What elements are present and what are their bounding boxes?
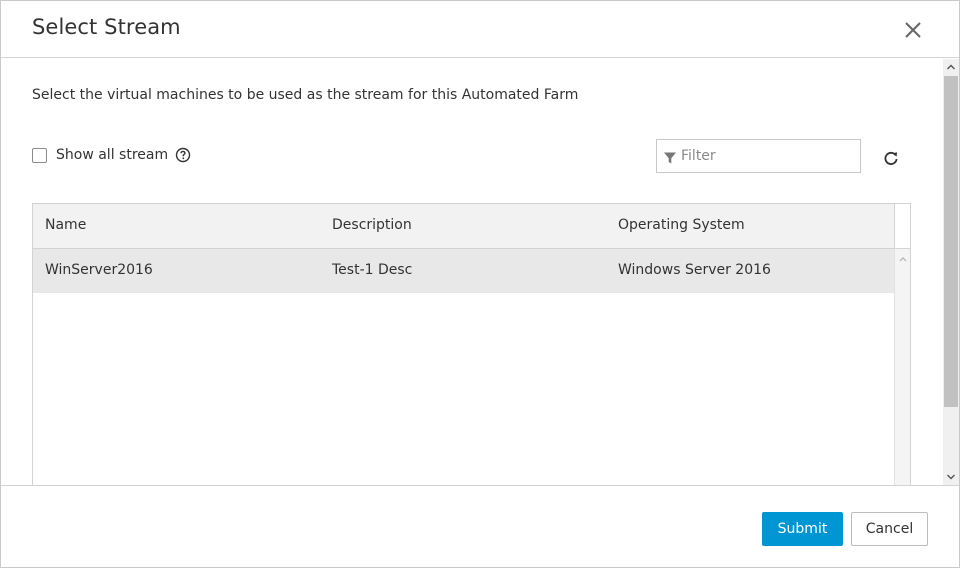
- filter-icon: [663, 150, 677, 164]
- show-all-stream-label: Show all stream: [56, 147, 169, 163]
- table-header-corner: [894, 204, 910, 249]
- cancel-button[interactable]: Cancel: [851, 512, 928, 546]
- dialog-scrollbar[interactable]: [943, 59, 959, 485]
- dialog-body: Select the virtual machines to be used a…: [1, 59, 942, 485]
- column-header-name[interactable]: Name: [45, 217, 86, 233]
- select-stream-dialog: Select Stream Select the virtual machine…: [0, 0, 960, 568]
- cell-description: Test-1 Desc: [332, 262, 413, 278]
- cell-name: WinServer2016: [45, 262, 153, 278]
- table-row[interactable]: WinServer2016 Test-1 Desc Windows Server…: [33, 249, 894, 293]
- close-icon[interactable]: [899, 16, 927, 44]
- dialog-footer: Submit Cancel: [1, 485, 959, 567]
- filter-field[interactable]: [656, 139, 861, 173]
- chevron-down-icon[interactable]: [943, 469, 959, 485]
- dialog-title: Select Stream: [32, 15, 181, 39]
- checkbox-box[interactable]: [32, 147, 47, 163]
- chevron-up-icon[interactable]: [895, 251, 911, 265]
- submit-button[interactable]: Submit: [762, 512, 843, 546]
- table-scrollbar[interactable]: [894, 249, 910, 485]
- column-header-operating-system[interactable]: Operating System: [618, 217, 745, 233]
- dialog-header: Select Stream: [1, 1, 959, 58]
- cell-operating-system: Windows Server 2016: [618, 262, 771, 278]
- show-all-stream-checkbox[interactable]: Show all stream: [32, 145, 168, 165]
- help-circle-icon[interactable]: [175, 147, 191, 163]
- stream-table: Name Description Operating System WinSer…: [32, 203, 911, 485]
- scrollbar-thumb[interactable]: [944, 76, 958, 407]
- refresh-icon[interactable]: [882, 149, 900, 167]
- table-header: Name Description Operating System: [33, 204, 894, 249]
- column-header-description[interactable]: Description: [332, 217, 412, 233]
- chevron-up-icon[interactable]: [943, 59, 959, 75]
- filter-input[interactable]: [681, 141, 856, 171]
- dialog-description: Select the virtual machines to be used a…: [32, 87, 579, 103]
